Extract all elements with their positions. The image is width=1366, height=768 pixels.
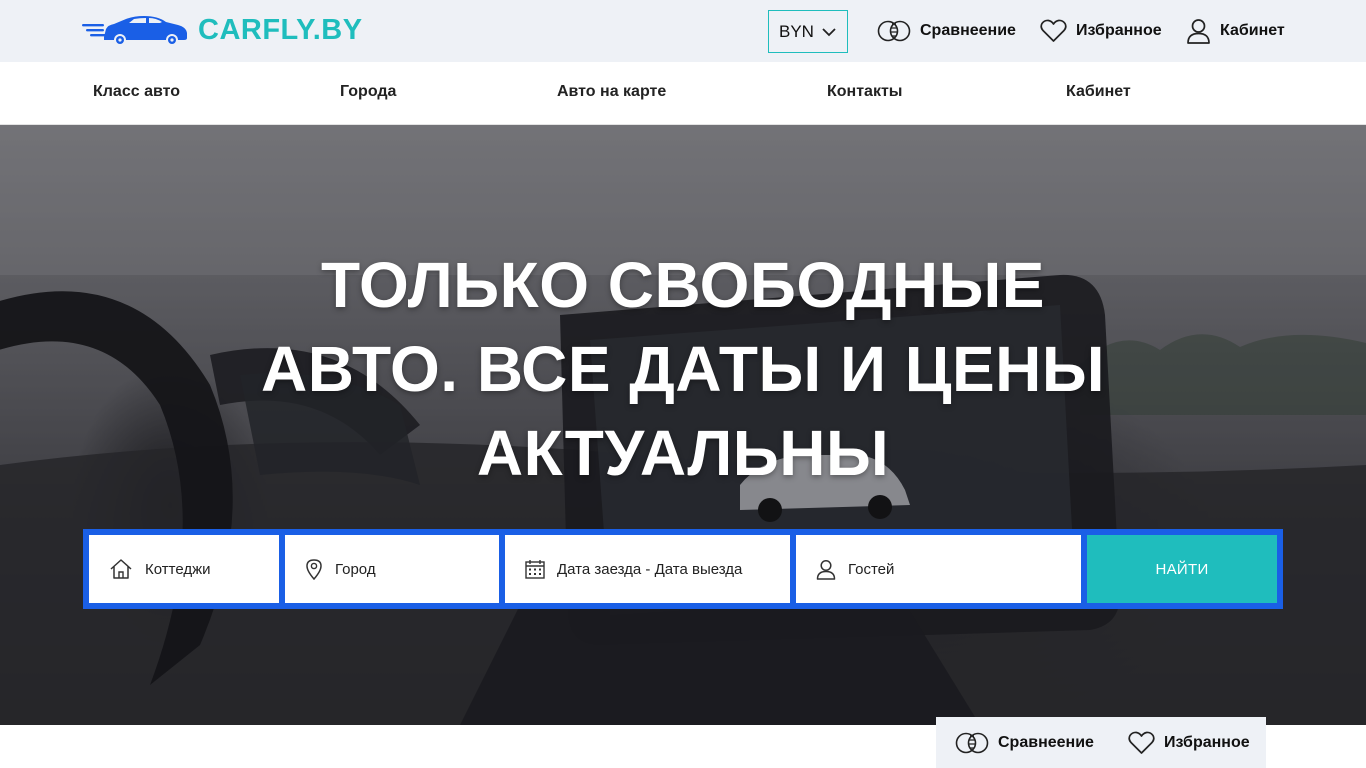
house-icon xyxy=(110,559,132,579)
floating-favorites-label: Избранное xyxy=(1164,734,1250,751)
nav-item-contacts[interactable]: Контакты xyxy=(827,83,902,101)
logo[interactable]: CARFLY.BY xyxy=(82,12,363,48)
favorites-link[interactable]: Избранное xyxy=(1040,17,1162,45)
floating-action-bar: Сравнеение Избранное xyxy=(936,717,1266,768)
search-form: Коттеджи Город Дата заезда - Дата выезда xyxy=(83,529,1283,609)
guests-value: Гостей xyxy=(848,560,895,578)
compare-link[interactable]: Сравнеение xyxy=(877,17,1016,45)
user-icon xyxy=(816,559,836,580)
compare-icon xyxy=(955,732,989,754)
property-type-value: Коттеджи xyxy=(145,560,211,578)
nav-item-car-class[interactable]: Класс авто xyxy=(93,83,180,101)
user-icon xyxy=(1187,19,1210,44)
car-icon xyxy=(82,16,187,46)
floating-compare-link[interactable]: Сравнеение xyxy=(955,729,1094,757)
city-value: Город xyxy=(335,560,376,578)
compare-icon xyxy=(877,20,911,42)
search-button[interactable]: НАЙТИ xyxy=(1087,535,1277,603)
hero-banner: ТОЛЬКО СВОБОДНЫЕ АВТО. ВСЕ ДАТЫ И ЦЕНЫ А… xyxy=(0,125,1366,725)
logo-text: CARFLY.BY xyxy=(198,13,363,46)
account-link[interactable]: Кабинет xyxy=(1186,17,1285,45)
floating-favorites-link[interactable]: Избранное xyxy=(1128,729,1250,757)
heart-icon xyxy=(1128,731,1155,754)
currency-select[interactable]: BYN xyxy=(768,10,848,53)
city-field[interactable]: Город xyxy=(285,535,499,603)
dates-value: Дата заезда - Дата выезда xyxy=(557,560,743,578)
floating-compare-label: Сравнеение xyxy=(998,734,1094,751)
heart-icon xyxy=(1040,19,1067,42)
property-type-field[interactable]: Коттеджи xyxy=(89,535,279,603)
hero-title-line-1: ТОЛЬКО СВОБОДНЫЕ xyxy=(321,249,1045,321)
top-bar: CARFLY.BY BYN Сравнеение Избранное Кабин… xyxy=(0,0,1366,62)
location-pin-icon xyxy=(306,559,322,580)
chevron-down-icon xyxy=(822,28,836,37)
nav-item-account[interactable]: Кабинет xyxy=(1066,83,1131,101)
nav-item-cities[interactable]: Города xyxy=(340,83,396,101)
account-label: Кабинет xyxy=(1220,22,1285,39)
hero-title: ТОЛЬКО СВОБОДНЫЕ АВТО. ВСЕ ДАТЫ И ЦЕНЫ А… xyxy=(200,243,1166,495)
calendar-icon xyxy=(525,560,545,579)
compare-label: Сравнеение xyxy=(920,22,1016,39)
guests-field[interactable]: Гостей xyxy=(796,535,1081,603)
currency-value: BYN xyxy=(779,21,814,41)
favorites-label: Избранное xyxy=(1076,22,1162,39)
hero-title-line-2: АВТО. ВСЕ ДАТЫ И ЦЕНЫ xyxy=(260,333,1106,405)
nav-item-map[interactable]: Авто на карте xyxy=(557,83,666,101)
hero-title-line-3: АКТУАЛЬНЫ xyxy=(476,417,890,489)
main-nav: Класс авто Города Авто на карте Контакты… xyxy=(0,62,1366,125)
dates-field[interactable]: Дата заезда - Дата выезда xyxy=(505,535,790,603)
